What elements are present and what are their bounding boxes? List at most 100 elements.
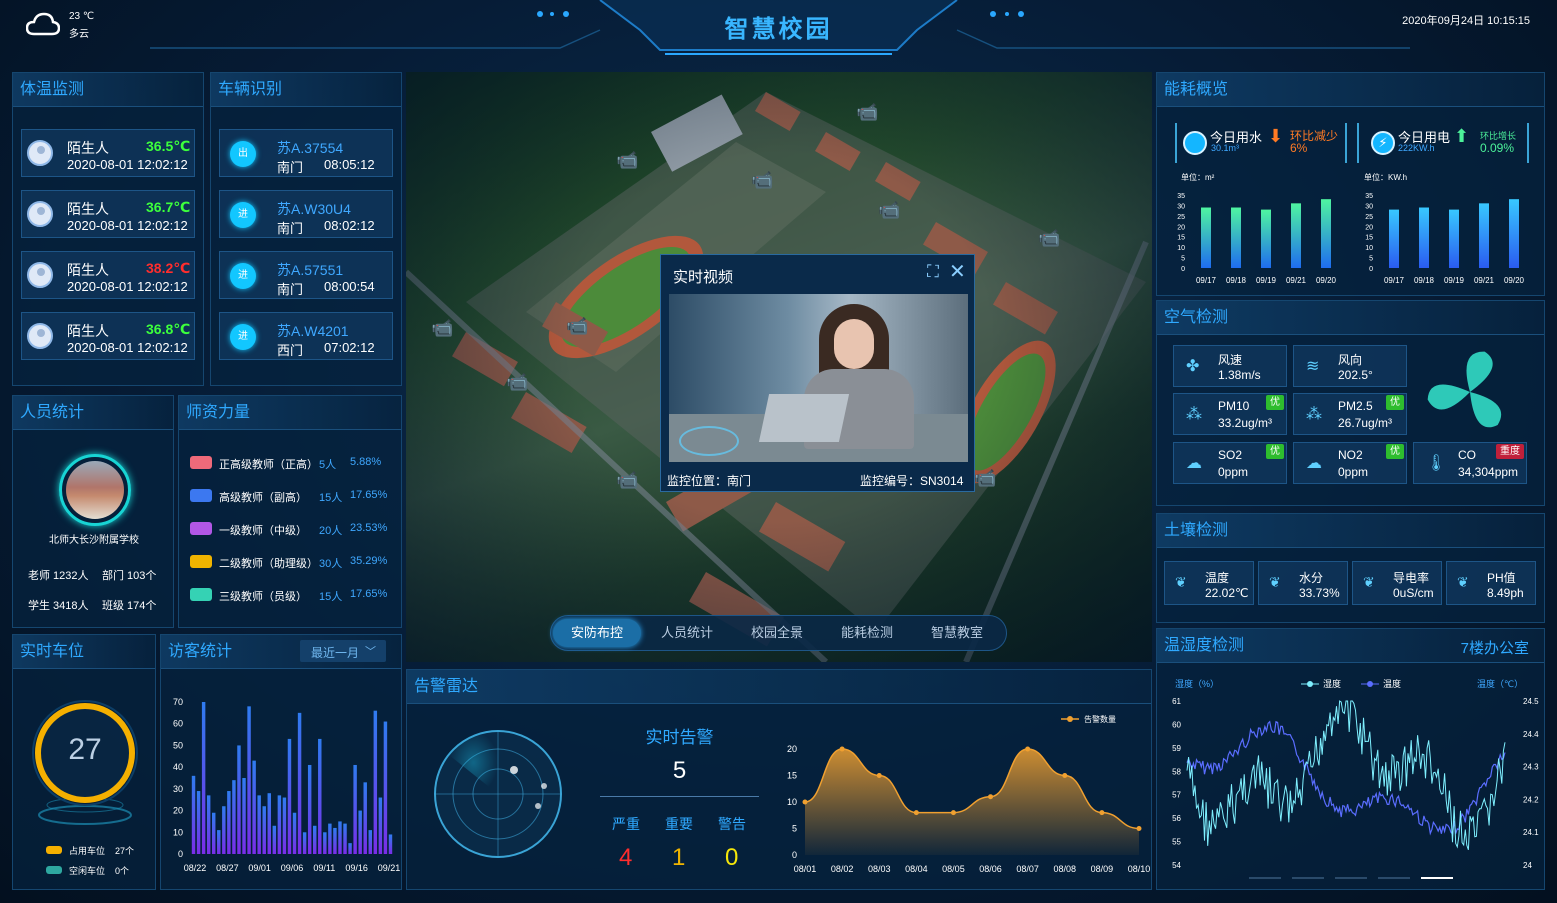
- camera-icon[interactable]: 📹: [566, 316, 588, 337]
- y-tick-label: 40: [173, 762, 183, 772]
- faculty-count: 15人: [319, 492, 343, 504]
- pm10-icon: ⁂: [1186, 406, 1202, 423]
- vehicle-time: 08:05:12: [324, 157, 375, 172]
- temp-record[interactable]: 陌生人 36.7℃ 2020-08-01 12:02:12: [21, 190, 195, 238]
- chart-page-indicator[interactable]: [1378, 877, 1410, 879]
- y-tick-label: 54: [1172, 861, 1181, 870]
- water-drop-icon: [1183, 131, 1207, 155]
- tab-2[interactable]: 校园全景: [733, 619, 821, 647]
- period-select[interactable]: 最近一月 ﹀: [300, 640, 386, 662]
- humidity-location: 7楼办公室: [1460, 640, 1529, 657]
- tab-4[interactable]: 智慧教室: [913, 619, 1001, 647]
- power-value: 222KW.h: [1398, 143, 1435, 153]
- chart-page-indicator[interactable]: [1335, 877, 1367, 879]
- temp-record[interactable]: 陌生人 36.8℃ 2020-08-01 12:02:12: [21, 312, 195, 360]
- camera-icon[interactable]: 📹: [1038, 228, 1060, 249]
- fullscreen-icon[interactable]: ⛶: [927, 262, 939, 282]
- video-person-face: [834, 319, 874, 369]
- air-metric-value: 33.2ug/m³: [1218, 416, 1273, 430]
- camera-icon[interactable]: 📹: [616, 150, 638, 171]
- y-tick-label: 20: [1177, 224, 1185, 231]
- arrow-up-icon: ⬆: [1454, 126, 1470, 146]
- arrow-down-icon: ⬇: [1268, 126, 1284, 146]
- air-metric: ☁ SO2 0ppm 优: [1173, 442, 1287, 484]
- camera-icon[interactable]: 📹: [506, 372, 528, 393]
- y-tick-label: 15: [1365, 235, 1373, 242]
- energy-panel: 能耗概览 今日用水 30.1m³ ⬇ 环比减少 6% ⚡ 今日用电 222KW.…: [1156, 72, 1545, 296]
- x-tick-label: 08/02: [831, 864, 854, 874]
- avatar: [27, 323, 53, 349]
- y-tick-label: 10: [173, 827, 183, 837]
- vehicle-time: 08:02:12: [324, 218, 375, 233]
- vehicle-record[interactable]: 进 苏A.W30U4 南门 08:02:12: [219, 190, 393, 238]
- wind-direction-icon: ≋: [1306, 358, 1320, 375]
- air-metric-value: 1.38m/s: [1218, 368, 1261, 382]
- legend-label: 告警数量: [1084, 714, 1116, 724]
- temp-record[interactable]: 陌生人 36.5℃ 2020-08-01 12:02:12: [21, 129, 195, 177]
- alarm-level-value: 0: [725, 844, 739, 871]
- energy-bar: [1389, 209, 1399, 268]
- school-name: 北师大长沙附属学校: [49, 535, 139, 546]
- visitor-bar: [212, 812, 216, 854]
- faculty-swatch: [190, 588, 212, 601]
- water-trend-value: 6%: [1290, 141, 1308, 155]
- camera-icon-selected[interactable]: 📹: [616, 470, 638, 491]
- thermometer-icon: 🌡: [1426, 455, 1447, 472]
- tab-0[interactable]: 安防布控: [553, 619, 641, 647]
- tab-1[interactable]: 人员统计: [643, 619, 731, 647]
- camera-icon[interactable]: 📹: [974, 468, 996, 489]
- chart-page-indicator[interactable]: [1421, 877, 1453, 879]
- visitor-bar: [338, 821, 342, 854]
- camera-icon[interactable]: 📹: [751, 170, 773, 191]
- camera-icon[interactable]: 📹: [856, 102, 878, 123]
- faculty-swatch: [190, 555, 212, 568]
- x-tick-label: 08/27: [216, 863, 239, 873]
- water-value: 30.1m³: [1211, 143, 1240, 153]
- visitor-bar: [353, 764, 357, 854]
- visitor-bar: [388, 834, 393, 854]
- alarm-point: [913, 810, 919, 816]
- soil-metric: ❦ 水分 33.73%: [1258, 561, 1348, 605]
- air-metric-value: 202.5°: [1338, 368, 1373, 382]
- video-title: 实时视频: [673, 269, 734, 286]
- visitor-bar: [217, 830, 221, 854]
- x-tick-label: 08/05: [942, 864, 965, 874]
- alarm-divider: [600, 796, 759, 797]
- y-tick-label: 0: [1181, 266, 1185, 273]
- alarm-point: [1099, 810, 1105, 816]
- chart-page-indicator[interactable]: [1249, 877, 1281, 879]
- y-tick-label: 58: [1172, 767, 1181, 776]
- air-quality-badge: 重度: [1496, 444, 1524, 459]
- air-metric-label: 风向: [1338, 353, 1363, 367]
- temp-record-value: 36.7℃: [146, 199, 191, 215]
- faculty-swatch: [190, 522, 212, 535]
- y-tick-label: 15: [787, 771, 797, 781]
- x-tick-label: 09/11: [313, 863, 335, 873]
- visitor-bar: [196, 791, 201, 854]
- vehicle-record[interactable]: 进 苏A.W4201 西门 07:02:12: [219, 312, 393, 360]
- realtime-alarm-label: 实时告警: [645, 728, 714, 747]
- pm25-icon: ⁂: [1306, 406, 1322, 423]
- alarm-level-label: 重要: [665, 816, 693, 832]
- temp-record[interactable]: 陌生人 38.2℃ 2020-08-01 12:02:12: [21, 251, 195, 299]
- visitor-bar: [252, 760, 256, 854]
- close-icon[interactable]: ✕: [949, 259, 966, 284]
- tab-3[interactable]: 能耗检测: [823, 619, 911, 647]
- alarm-point: [1062, 773, 1068, 778]
- soil-panel: 土壤检测 ❦ 温度 22.02℃ ❦ 水分 33.73% ❦ 导电率 0uS/cm ❦ PH值 8.4…: [1156, 513, 1545, 623]
- camera-icon[interactable]: 📹: [431, 318, 453, 339]
- air-quality-badge: 优: [1266, 395, 1284, 410]
- x-tick-label: 08/03: [868, 864, 891, 874]
- vehicle-record[interactable]: 进 苏A.57551 南门 08:00:54: [219, 251, 393, 299]
- soil-sprout-icon: ❦: [1457, 574, 1469, 590]
- camera-icon[interactable]: 📹: [878, 200, 900, 221]
- y-tick-label: 24: [1523, 861, 1532, 870]
- avatar: [27, 262, 53, 288]
- vehicle-record[interactable]: 出 苏A.37554 南门 08:05:12: [219, 129, 393, 177]
- faculty-pct: 23.53%: [350, 522, 388, 534]
- soil-metric-label: 温度: [1205, 571, 1230, 585]
- video-feed[interactable]: [669, 294, 968, 462]
- chart-page-indicator[interactable]: [1292, 877, 1324, 879]
- y-tick-label: 24.4: [1523, 730, 1539, 739]
- x-tick-label: 08/22: [184, 863, 207, 873]
